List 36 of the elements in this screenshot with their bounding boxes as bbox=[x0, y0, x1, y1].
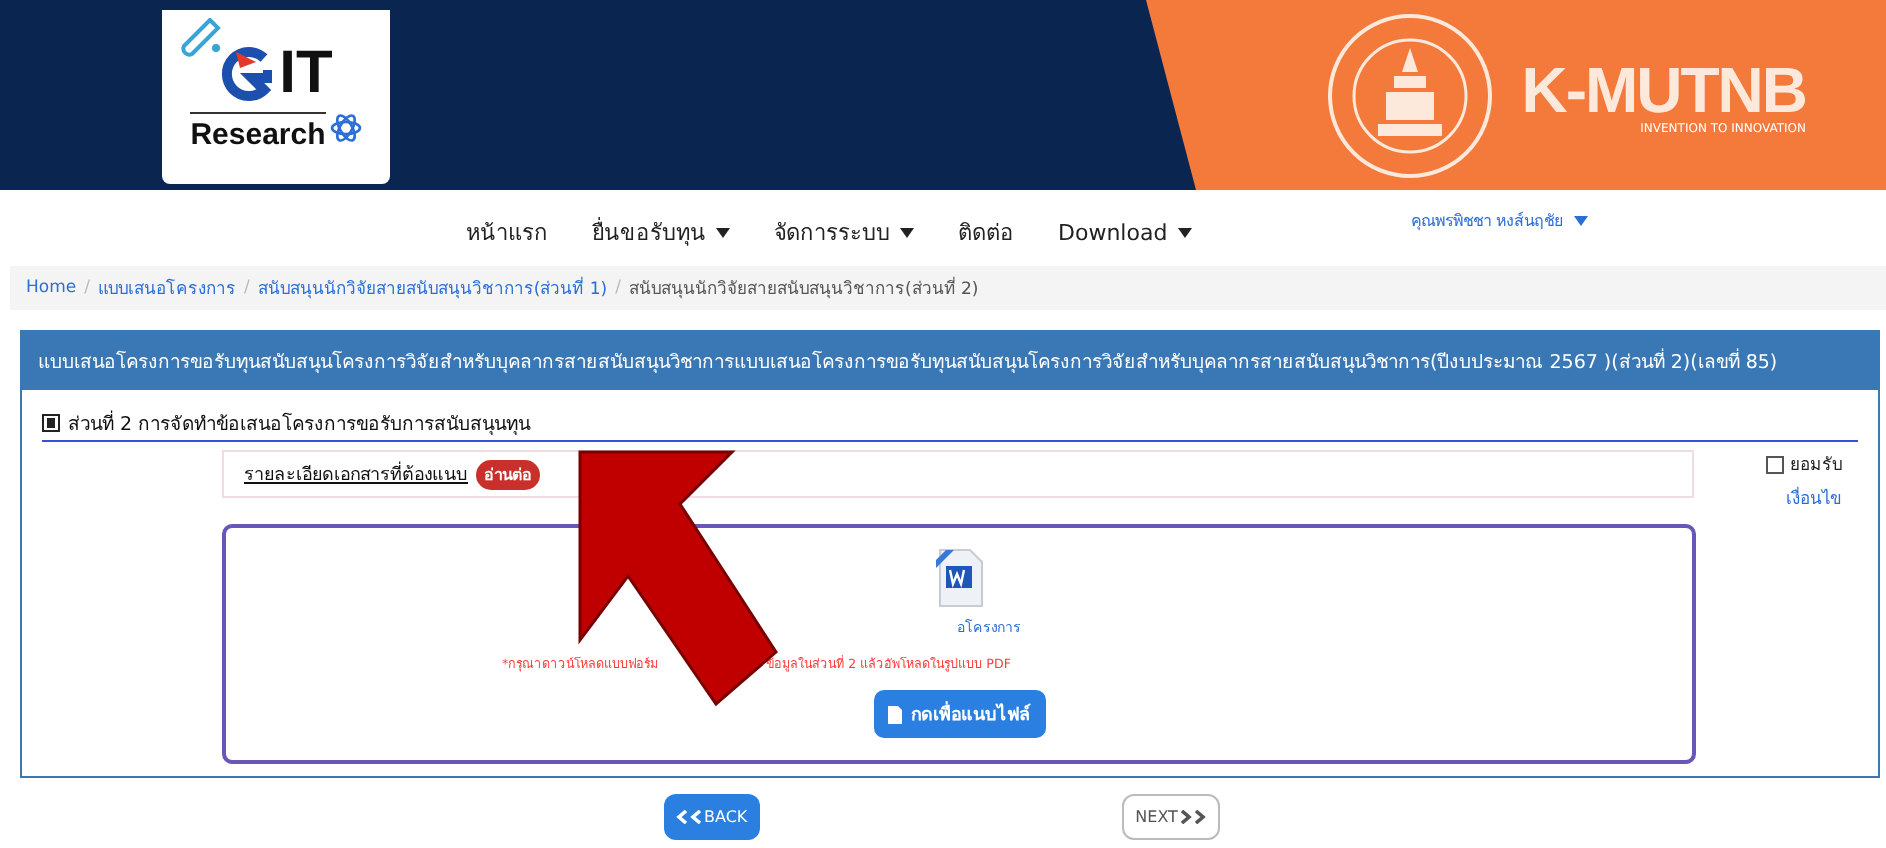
nav-link[interactable]: Download bbox=[1058, 214, 1192, 250]
film-icon bbox=[42, 414, 60, 432]
read-more-link[interactable]: อ่านต่อ bbox=[476, 459, 540, 489]
nav-link[interactable]: หน้าแรก bbox=[466, 214, 548, 250]
breadcrumb-separator: / bbox=[243, 278, 250, 298]
terms-link[interactable]: เงื่อนไข bbox=[1786, 484, 1842, 512]
next-button[interactable]: NEXT bbox=[1121, 794, 1220, 840]
logo-subtitle: Research bbox=[190, 111, 326, 151]
breadcrumb-link[interactable]: Home bbox=[26, 278, 77, 298]
logo-mark-icon bbox=[219, 45, 272, 101]
nav-link[interactable]: ติดต่อ bbox=[958, 214, 1014, 250]
breadcrumb-link[interactable]: แบบเสนอโครงการ bbox=[97, 274, 236, 302]
test-tube-icon bbox=[178, 18, 222, 58]
caret-icon bbox=[900, 227, 914, 237]
accept-checkbox[interactable] bbox=[1766, 455, 1784, 473]
accept-label: ยอมรับ bbox=[1790, 454, 1842, 478]
attach-file-button[interactable]: กดเพื่อแนบไฟล์ bbox=[873, 690, 1045, 738]
breadcrumb-current: สนับสนุนนักวิจัยสายสนับสนุนวิชาการ(ส่วนที่ 2) bbox=[628, 274, 979, 302]
caret-icon bbox=[1177, 227, 1192, 237]
caret-icon bbox=[716, 227, 730, 237]
word-file-icon bbox=[933, 548, 985, 608]
breadcrumb-link[interactable]: สนับสนุนนักวิจัยสายสนับสนุนวิชาการ(ส่วนที่ 1) bbox=[257, 274, 608, 302]
atom-icon bbox=[329, 111, 362, 143]
section-title: ส่วนที่ 2 การจัดทำข้อเสนอโครงการขอรับการสนับสนุนทุน bbox=[68, 408, 531, 438]
logo-title: IT bbox=[279, 43, 333, 103]
file-icon bbox=[887, 705, 901, 723]
caret-icon bbox=[1574, 215, 1589, 225]
nav-link[interactable]: จัดการระบบ bbox=[774, 214, 914, 250]
document-label: รายละเอียดเอกสารที่ต้องแนบ bbox=[244, 460, 468, 488]
nav-link[interactable]: ยื่นขอรับทุน bbox=[592, 214, 730, 250]
brand-name: K-MUTNB bbox=[1521, 57, 1806, 121]
panel-title: แบบเสนอโครงการขอรับทุนสนับสนุนโครงการวิจัยสำหรับบุคลากรสายสนับสนุนวิชาการแบบเสนอโครงการขอรับทุนสนับสนุนโครงการวิจัยสำหรับบุคลากรสายสนับสนุนวิชาการ(ปีงบประมาณ 2567 )(ส่วนที่ 2)(เลขที่ 85) bbox=[22, 332, 1878, 390]
back-button[interactable]: BACK bbox=[664, 794, 760, 840]
breadcrumb-separator: / bbox=[84, 278, 90, 298]
breadcrumb-separator: / bbox=[615, 278, 621, 298]
user-menu[interactable]: คุณพรพิชชา หงส์นฤชัย bbox=[1411, 207, 1589, 233]
